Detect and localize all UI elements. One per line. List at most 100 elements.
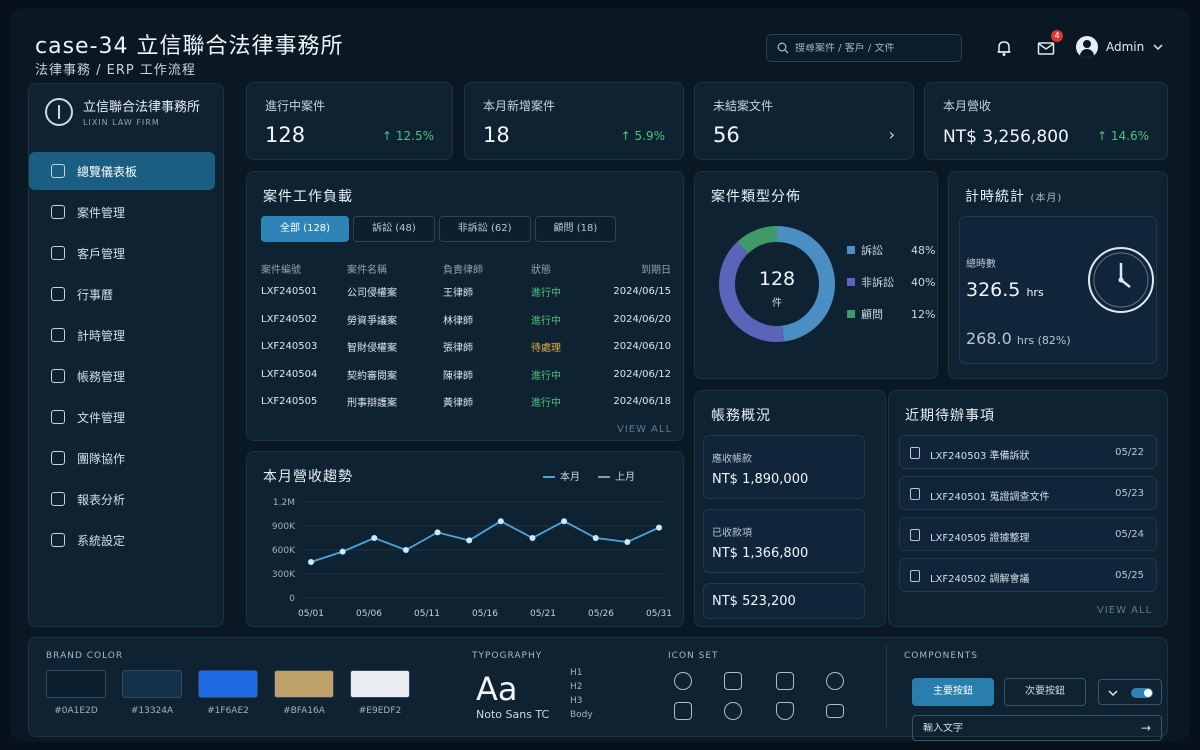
- table-row[interactable]: LXF240502 勞資爭議案 林律師 進行中 2024/06/20: [261, 306, 671, 334]
- y-tick-label: 600K: [272, 546, 296, 556]
- secondary-button[interactable]: 次要按鈕: [1004, 678, 1086, 706]
- document-icon: [51, 410, 65, 424]
- table-row[interactable]: LXF240503 智財侵權案 張律師 待處理 2024/06/10: [261, 333, 671, 361]
- hours-label: 總時數: [966, 259, 996, 270]
- sidebar-item-label: 文件管理: [77, 410, 126, 425]
- todo-item[interactable]: LXF240503 準備訴狀 05/22: [899, 435, 1157, 469]
- todo-date: 05/25: [1115, 570, 1144, 581]
- data-point[interactable]: [592, 535, 599, 541]
- billable-unit: hrs (82%): [1016, 334, 1071, 347]
- sidebar-item[interactable]: 案件管理: [29, 193, 215, 231]
- sidebar-item[interactable]: 行事曆: [29, 275, 215, 313]
- table-header: 案件編號 案件名稱 負責律師 狀態 到期日: [261, 258, 671, 278]
- data-point[interactable]: [624, 539, 631, 545]
- color-swatch: [350, 670, 410, 698]
- billable-value: 268.0 hrs (82%): [966, 329, 1071, 348]
- todo-item[interactable]: LXF240501 蒐證調查文件 05/23: [899, 476, 1157, 510]
- table-cell: 刑事辯護案: [347, 398, 397, 410]
- table-cell: 林律師: [443, 315, 473, 327]
- app-frame: case-34 立信聯合法律事務所 法律事務 / ERP 工作流程 4 Admi…: [10, 8, 1190, 742]
- typography-levels: H1 H2 H3 Body: [570, 666, 593, 722]
- todo-item[interactable]: LXF240505 證據整理 05/24: [899, 517, 1157, 551]
- tab-all[interactable]: 全部 (128): [261, 216, 350, 242]
- x-tick-label: 05/21: [530, 609, 556, 619]
- chevron-right-icon[interactable]: ›: [889, 125, 895, 144]
- tab-non-litigation[interactable]: 非訴訟 (62): [438, 216, 531, 242]
- sidebar-item[interactable]: 帳務管理: [29, 357, 215, 395]
- data-point[interactable]: [339, 548, 346, 555]
- kpi-label: 進行中案件: [265, 99, 326, 113]
- breadcrumb: 法律事務 / ERP 工作流程: [35, 63, 196, 78]
- received-value: NT$ 1,366,800: [712, 546, 809, 561]
- column-header[interactable]: 負責律師: [443, 261, 531, 276]
- view-all-link[interactable]: VIEW ALL: [617, 424, 672, 435]
- brand-name-en: LIXIN LAW FIRM: [83, 118, 160, 127]
- sidebar-item[interactable]: 客戶管理: [29, 234, 215, 272]
- primary-button[interactable]: 主要按鈕: [912, 678, 994, 706]
- data-point[interactable]: [656, 524, 662, 531]
- data-point[interactable]: [402, 547, 409, 553]
- column-header[interactable]: 案件名稱: [347, 261, 443, 276]
- todo-date: 05/22: [1115, 447, 1144, 458]
- status-badge: 進行中: [531, 315, 561, 327]
- user-menu[interactable]: Admin: [1076, 36, 1164, 58]
- data-point[interactable]: [466, 537, 473, 544]
- donut-slice[interactable]: [737, 226, 778, 254]
- bell-icon[interactable]: [994, 38, 1014, 58]
- table-cell: 2024/06/18: [613, 396, 671, 408]
- search-input[interactable]: [795, 42, 955, 54]
- arrow-right-icon[interactable]: →: [1141, 721, 1151, 735]
- sidebar-item[interactable]: 報表分析: [29, 480, 215, 518]
- donut-unit: 件: [772, 298, 782, 309]
- kpi-change: ↑ 12.5%: [382, 129, 434, 143]
- data-point[interactable]: [529, 535, 536, 541]
- kpi-new-cases[interactable]: 本月新增案件 18 ↑ 5.9%: [464, 82, 684, 160]
- color-swatch: [122, 670, 182, 698]
- column-header[interactable]: 狀態: [531, 261, 593, 276]
- tab-litigation[interactable]: 訴訟 (48): [353, 216, 435, 242]
- search-box[interactable]: [766, 34, 962, 62]
- view-all-link[interactable]: VIEW ALL: [1097, 605, 1152, 616]
- sidebar-item[interactable]: 系統設定: [29, 521, 215, 559]
- page-title: case-34 立信聯合法律事務所: [35, 34, 344, 59]
- column-header[interactable]: 案件編號: [261, 261, 347, 276]
- sample-text-field[interactable]: →: [912, 715, 1162, 741]
- kpi-open-documents[interactable]: 未結案文件 56 ›: [694, 82, 914, 160]
- status-badge: 進行中: [531, 370, 561, 382]
- color-swatch: [46, 670, 106, 698]
- todo-item[interactable]: LXF240502 調解會議 05/25: [899, 558, 1157, 592]
- chart-legend: 本月 上月: [543, 468, 635, 483]
- todo-date: 05/24: [1115, 529, 1144, 540]
- sidebar-item-label: 客戶管理: [77, 246, 126, 261]
- kpi-active-cases[interactable]: 進行中案件 128 ↑ 12.5%: [246, 82, 453, 160]
- sidebar-item[interactable]: 團隊協作: [29, 439, 215, 477]
- data-point[interactable]: [561, 518, 568, 525]
- sidebar-item[interactable]: 計時管理: [29, 316, 215, 354]
- tab-advisory[interactable]: 顧問 (18): [534, 216, 617, 242]
- workload-tabs: 全部 (128) 訴訟 (48) 非訴訟 (62) 顧問 (18): [261, 216, 617, 242]
- kpi-monthly-revenue[interactable]: 本月營收 NT$ 3,256,800 ↑ 14.6%: [924, 82, 1168, 160]
- hours-unit: hrs: [1026, 286, 1044, 299]
- data-point[interactable]: [308, 559, 314, 565]
- data-point[interactable]: [497, 518, 504, 525]
- sidebar: 立信聯合法律事務所 LIXIN LAW FIRM 總覽儀表板 案件管理 客戶管理 行事…: [28, 83, 224, 627]
- brand-color-label: BRAND COLOR: [46, 651, 124, 661]
- sidebar-item[interactable]: 總覽儀表板: [29, 152, 215, 190]
- table-cell: 勞資爭議案: [347, 315, 397, 327]
- table-row[interactable]: LXF240504 契約審閱案 陳律師 進行中 2024/06/12: [261, 361, 671, 389]
- data-point[interactable]: [434, 529, 441, 536]
- todo-text: LXF240502 調解會議: [930, 574, 1030, 585]
- todo-date: 05/23: [1115, 488, 1144, 499]
- sidebar-item[interactable]: 文件管理: [29, 398, 215, 436]
- sample-input[interactable]: [923, 722, 1123, 734]
- chevron-down-icon[interactable]: [1107, 687, 1119, 699]
- toggle-switch[interactable]: [1131, 688, 1153, 698]
- donut-slice[interactable]: [719, 241, 785, 342]
- column-header[interactable]: 到期日: [593, 261, 671, 276]
- kpi-value: 56: [713, 123, 740, 147]
- timing-period: (本月): [1030, 193, 1063, 204]
- status-badge: 待處理: [531, 343, 561, 355]
- table-row[interactable]: LXF240501 公司侵權案 王律師 進行中 2024/06/15: [261, 278, 671, 306]
- data-point[interactable]: [371, 535, 378, 541]
- table-row[interactable]: LXF240505 刑事辯護案 黃律師 進行中 2024/06/18: [261, 388, 671, 416]
